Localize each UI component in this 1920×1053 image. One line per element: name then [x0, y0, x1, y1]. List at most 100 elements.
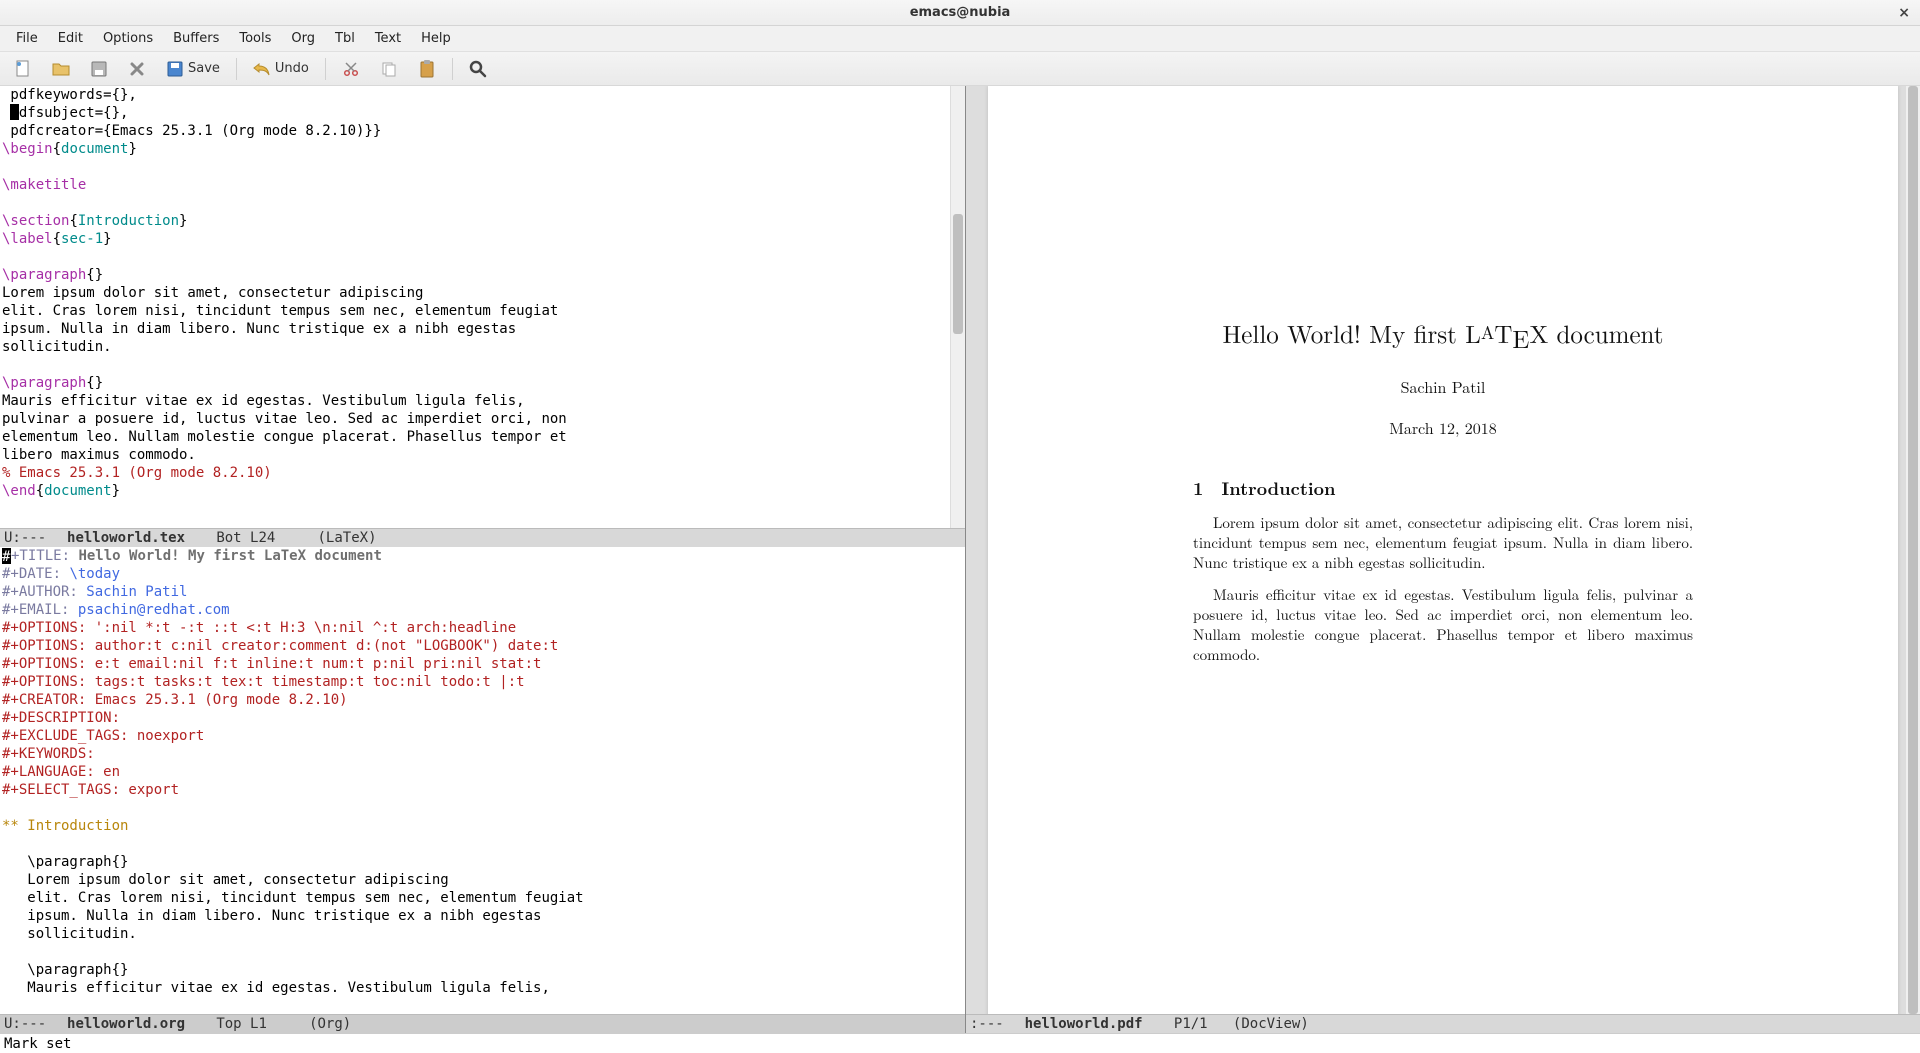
menu-edit[interactable]: Edit	[48, 28, 93, 49]
code-line	[2, 158, 963, 176]
org-modeline: U:--- helloworld.org Top L1 (Org)	[0, 1014, 965, 1033]
undo-button[interactable]: Undo	[249, 58, 313, 80]
copy-button[interactable]	[376, 58, 402, 80]
scrollbar[interactable]	[1905, 86, 1920, 1014]
new-file-icon	[14, 60, 32, 78]
open-file-button[interactable]	[48, 58, 74, 80]
code-line: pdfsubject={},	[2, 104, 963, 122]
code-line: #+DATE: \today	[2, 565, 963, 583]
tex-editor[interactable]: pdfkeywords={}, pdfsubject={}, pdfcreato…	[0, 86, 965, 528]
pdf-title-text2: X document	[1529, 316, 1663, 351]
undo-icon	[253, 60, 271, 78]
pdf-section-heading: 1Introduction	[1193, 479, 1693, 499]
new-file-button[interactable]	[10, 58, 36, 80]
close-button[interactable]	[124, 58, 150, 80]
folder-open-icon	[52, 60, 70, 78]
copy-icon	[380, 60, 398, 78]
tool-bar: Save Undo	[0, 52, 1920, 86]
search-button[interactable]	[465, 58, 491, 80]
menu-buffers[interactable]: Buffers	[163, 28, 229, 49]
code-line: #+AUTHOR: Sachin Patil	[2, 583, 963, 601]
modeline-file: helloworld.pdf	[1025, 1016, 1143, 1032]
code-line: sollicitudin.	[2, 338, 963, 356]
code-line: libero maximus commodo.	[2, 446, 963, 464]
code-line: #+KEYWORDS:	[2, 745, 963, 763]
menu-file[interactable]: File	[6, 28, 48, 49]
modeline-pos: Bot L24	[216, 530, 275, 546]
paste-button[interactable]	[414, 58, 440, 80]
pdf-modeline: :--- helloworld.pdf P1/1 (DocView)	[966, 1014, 1920, 1033]
pdf-viewer[interactable]: Hello World! My first LATEX document Sac…	[966, 86, 1920, 1033]
window-title: emacs@nubia	[910, 5, 1011, 20]
scrollbar-thumb[interactable]	[953, 214, 963, 334]
search-icon	[469, 60, 487, 78]
scrollbar-thumb[interactable]	[1908, 86, 1918, 1014]
code-line: elementum leo. Nullam molestie congue pl…	[2, 428, 963, 446]
latex-a: A	[1481, 320, 1495, 345]
code-line: \paragraph{}	[2, 961, 963, 979]
code-line: pdfcreator={Emacs 25.3.1 (Org mode 8.2.1…	[2, 122, 963, 140]
clipboard-icon	[418, 60, 436, 78]
code-line: Lorem ipsum dolor sit amet, consectetur …	[2, 284, 963, 302]
modeline-mode: (LaTeX)	[318, 530, 377, 546]
code-line: #+SELECT_TAGS: export	[2, 781, 963, 799]
pdf-author: Sachin Patil	[988, 375, 1898, 398]
code-line: Mauris efficitur vitae ex id egestas. Ve…	[2, 392, 963, 410]
cut-button[interactable]	[338, 58, 364, 80]
pdf-paragraph: Lorem ipsum dolor sit amet, consectetur …	[1193, 513, 1693, 573]
code-line: #+LANGUAGE: en	[2, 763, 963, 781]
modeline-pos: P1/1	[1174, 1016, 1208, 1032]
pdf-body: 1Introduction Lorem ipsum dolor sit amet…	[1193, 479, 1693, 665]
code-line: ipsum. Nulla in diam libero. Nunc tristi…	[2, 907, 963, 925]
pdf-paragraph: Mauris efficitur vitae ex id egestas. Ve…	[1193, 585, 1693, 665]
save-label: Save	[188, 61, 220, 76]
code-line: #+OPTIONS: author:t c:nil creator:commen…	[2, 637, 963, 655]
modeline-status: :---	[970, 1016, 1004, 1032]
modeline-file: helloworld.tex	[67, 530, 185, 546]
pdf-section-title: Introduction	[1221, 476, 1335, 501]
code-line: pulvinar a posuere id, luctus vitae leo.…	[2, 410, 963, 428]
undo-label: Undo	[275, 61, 309, 76]
menu-tbl[interactable]: Tbl	[325, 28, 365, 49]
code-line: \paragraph{}	[2, 853, 963, 871]
menu-text[interactable]: Text	[365, 28, 411, 49]
code-line: #+TITLE: Hello World! My first LaTeX doc…	[2, 547, 963, 565]
menu-tools[interactable]: Tools	[229, 28, 281, 49]
minibuffer-text: Mark set	[4, 1036, 71, 1052]
menu-org[interactable]: Org	[281, 28, 325, 49]
modeline-pos: Top L1	[216, 1016, 267, 1032]
left-column: pdfkeywords={}, pdfsubject={}, pdfcreato…	[0, 86, 966, 1033]
save-button[interactable]: Save	[162, 58, 224, 80]
code-line: #+OPTIONS: e:t email:nil f:t inline:t nu…	[2, 655, 963, 673]
close-x-icon	[128, 60, 146, 78]
modeline-mode: (DocView)	[1233, 1016, 1309, 1032]
code-line: \paragraph{}	[2, 374, 963, 392]
menu-options[interactable]: Options	[93, 28, 163, 49]
scissors-icon	[342, 60, 360, 78]
save-as-button[interactable]	[86, 58, 112, 80]
disk-icon	[90, 60, 108, 78]
code-line: \paragraph{}	[2, 266, 963, 284]
save-icon	[166, 60, 184, 78]
code-line: \maketitle	[2, 176, 963, 194]
main-frame: pdfkeywords={}, pdfsubject={}, pdfcreato…	[0, 86, 1920, 1034]
code-line	[2, 835, 963, 853]
code-line	[2, 194, 963, 212]
code-line: elit. Cras lorem nisi, tincidunt tempus …	[2, 889, 963, 907]
code-line: Mauris efficitur vitae ex id egestas. Ve…	[2, 979, 963, 997]
code-line: pdfkeywords={},	[2, 86, 963, 104]
org-editor[interactable]: #+TITLE: Hello World! My first LaTeX doc…	[0, 547, 965, 1014]
close-icon[interactable]: ×	[1898, 5, 1910, 21]
code-line	[2, 799, 963, 817]
tex-modeline: U:--- helloworld.tex Bot L24 (LaTeX)	[0, 528, 965, 547]
menu-help[interactable]: Help	[411, 28, 461, 49]
code-line: \label{sec-1}	[2, 230, 963, 248]
scrollbar[interactable]	[950, 86, 965, 528]
toolbar-separator	[236, 58, 237, 80]
code-line: \begin{document}	[2, 140, 963, 158]
latex-e: E	[1512, 321, 1529, 356]
modeline-file: helloworld.org	[67, 1016, 185, 1032]
minibuffer[interactable]: Mark set	[0, 1034, 1920, 1053]
code-line: #+CREATOR: Emacs 25.3.1 (Org mode 8.2.10…	[2, 691, 963, 709]
code-line: Lorem ipsum dolor sit amet, consectetur …	[2, 871, 963, 889]
